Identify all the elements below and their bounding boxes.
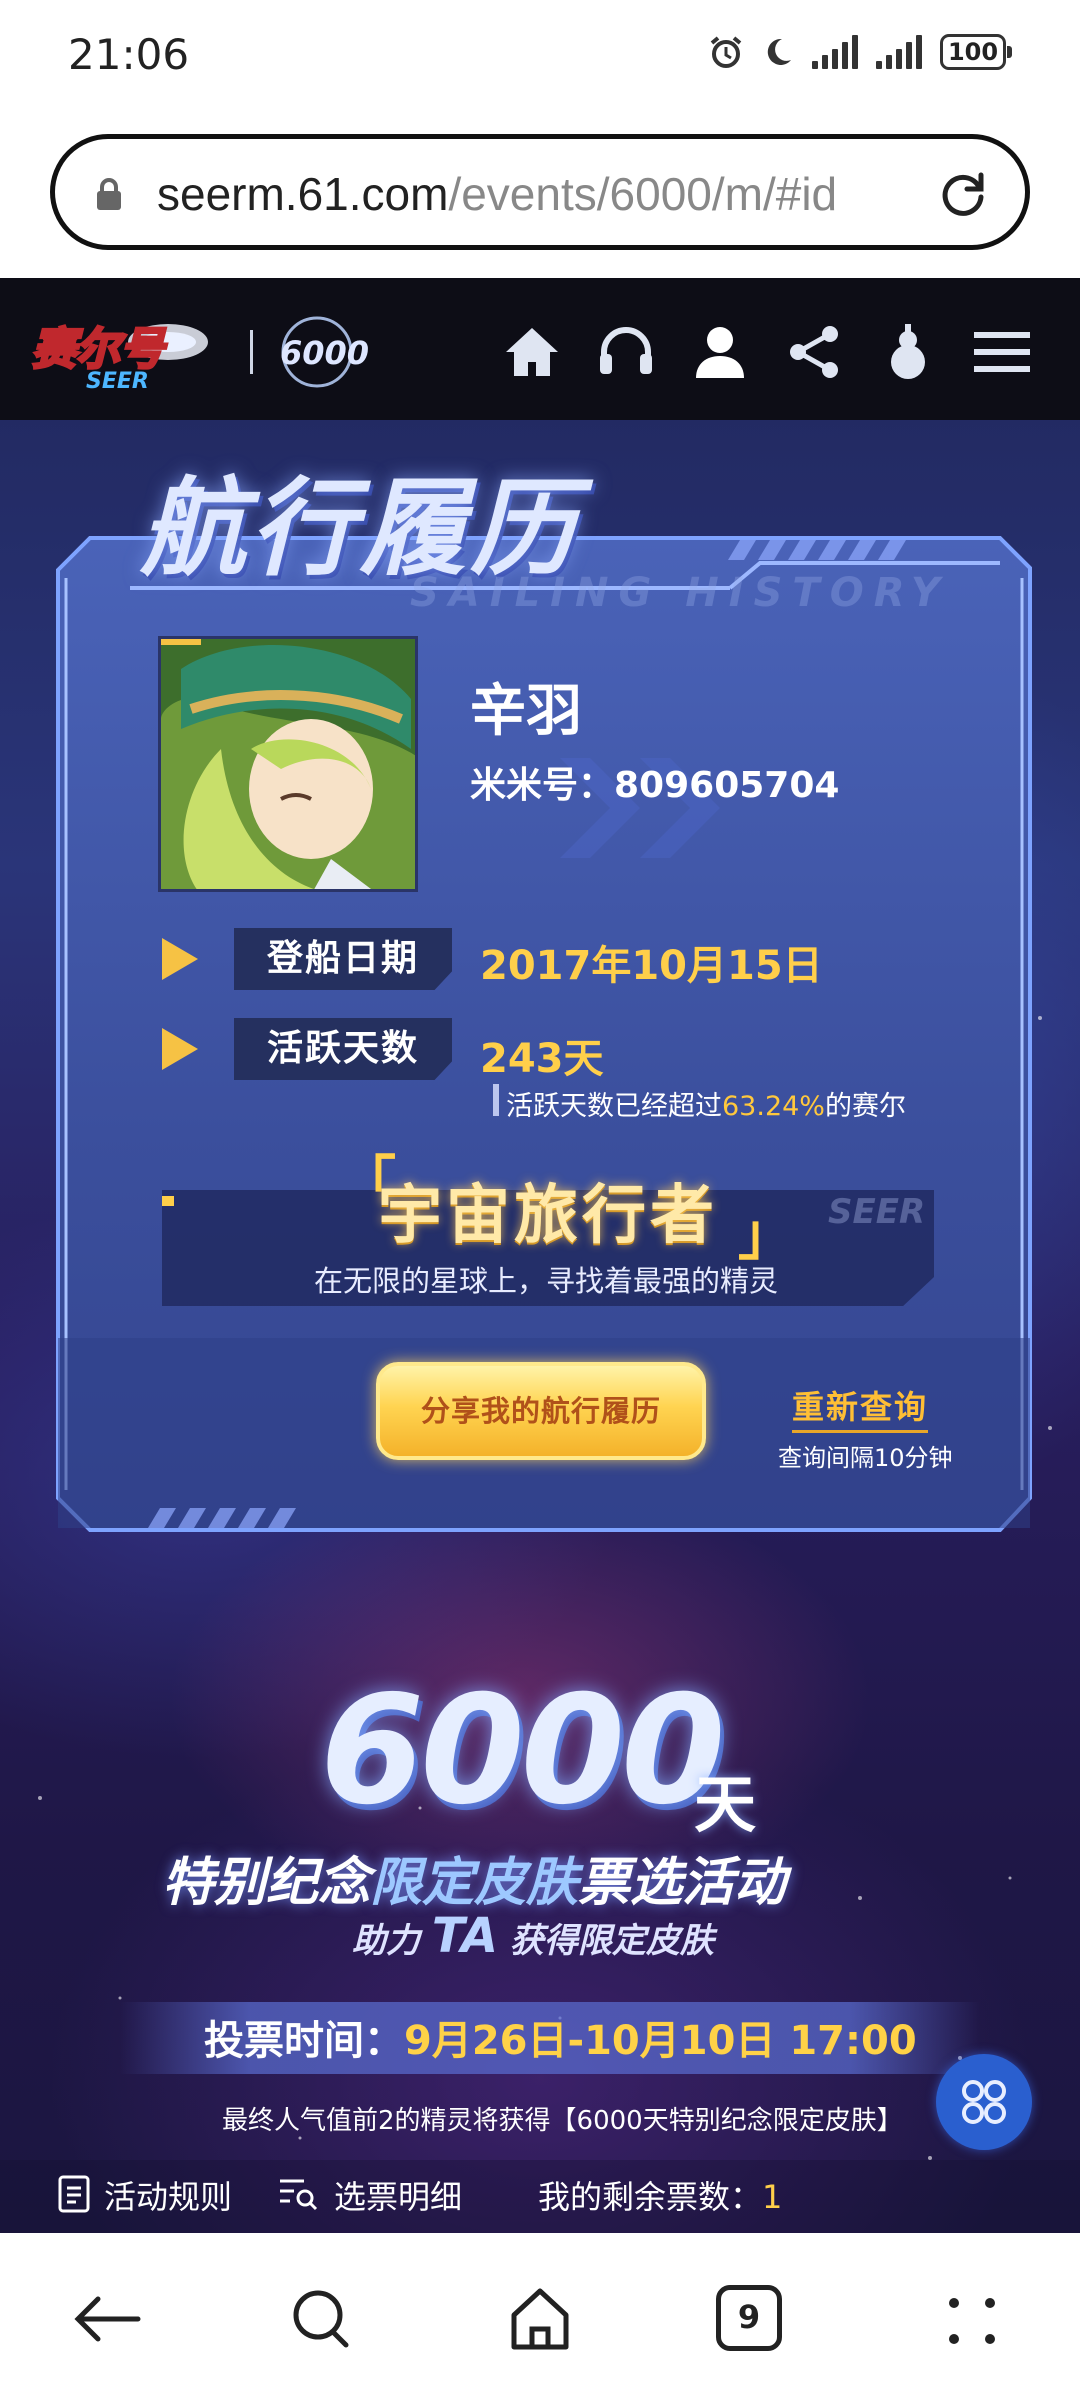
floating-menu-button[interactable] (936, 2054, 1032, 2150)
status-bar: 21:06 100 (0, 0, 1080, 112)
avatar-illustration (161, 639, 415, 889)
moon-icon (767, 38, 791, 65)
address-bar[interactable]: seerm.61.com/events/6000/m/#id (50, 134, 1030, 250)
alarm-icon (710, 36, 742, 68)
active-days-label: 活跃天数 (234, 1018, 452, 1080)
campaign-title-part3: 票选活动 (578, 1853, 787, 1913)
prize-note: 最终人气值前2的精灵将获得【6000天特别纪念限定皮肤】 (222, 2106, 903, 2136)
campaign-day-unit: 天 (694, 1768, 757, 1841)
note-percent: 63.24% (722, 1091, 825, 1122)
signal-icon (812, 35, 858, 69)
player-title-desc: 在无限的星球上，寻找着最强的精灵 (314, 1264, 779, 1298)
home-icon[interactable] (500, 2279, 580, 2359)
back-icon[interactable] (68, 2279, 148, 2359)
reload-icon[interactable] (935, 167, 991, 223)
requery-button[interactable]: 重新查询 (792, 1382, 929, 1433)
note-marker (493, 1084, 499, 1116)
avatar (158, 636, 418, 892)
campaign-sub-part2: 获得限定皮肤 (509, 1921, 714, 1961)
url-text[interactable]: seerm.61.com/events/6000/m/#id (157, 167, 837, 221)
user-name: 辛羽 (470, 679, 582, 744)
player-title: 宇宙旅行者 (378, 1179, 718, 1253)
active-days-note: 活跃天数已经超过63.24%的赛尔 (506, 1084, 906, 1123)
browser-nav-bar: 9 (0, 2233, 1080, 2403)
url-host: seerm.61.com (157, 168, 449, 220)
campaign-title-part2: 限定皮肤 (370, 1853, 579, 1913)
status-time: 21:06 (68, 30, 190, 79)
vote-detail-icon (280, 2179, 318, 2211)
campaign-title-part1: 特别纪念 (162, 1853, 371, 1913)
board-date-label: 登船日期 (234, 928, 452, 990)
status-icons: 100 (708, 34, 1012, 70)
campaign-sub-part1: 助力 (352, 1921, 420, 1961)
vote-detail-link[interactable]: 选票明细 (334, 2172, 462, 2218)
active-days-value: 243天 (480, 1036, 604, 1082)
title-marker (162, 1196, 174, 1206)
campaign-subtitle: 助力 TA 获得限定皮肤 (352, 1908, 714, 1964)
url-path: /events/6000/m/#id (448, 168, 838, 220)
board-date-value: 2017年10月15日 (480, 943, 823, 989)
user-id: 米米号：809605704 (470, 765, 840, 806)
search-icon[interactable] (282, 2279, 362, 2359)
battery-icon: 100 (940, 34, 1012, 70)
web-content: 赛尔号 SEER 6000 航行履历 SAILING HISTORY 辛羽 米米… (0, 278, 1080, 2233)
remaining-votes: 我的剩余票数：1 (538, 2172, 782, 2218)
campaign-title: 特别纪念限定皮肤票选活动 (162, 1840, 786, 1915)
requery-interval: 查询间隔10分钟 (778, 1444, 953, 1472)
grid-icon (962, 2080, 1006, 2124)
remaining-votes-value: 1 (762, 2178, 783, 2216)
vote-time-label: 投票时间： (204, 2018, 404, 2064)
lock-icon (97, 178, 121, 210)
note-suffix: 的赛尔 (824, 1091, 906, 1122)
signal-icon (876, 35, 922, 69)
arrow-icon (162, 938, 198, 980)
tabs-button[interactable]: 9 (716, 2285, 782, 2351)
rules-link[interactable]: 活动规则 (104, 2172, 232, 2218)
remaining-votes-label: 我的剩余票数： (538, 2178, 763, 2216)
arrow-icon (162, 1028, 198, 1070)
campaign-big-number: 6000 (320, 1664, 725, 1838)
share-history-button[interactable]: 分享我的航行履历 (376, 1362, 706, 1460)
card-subtitle-watermark: SAILING HISTORY (410, 570, 950, 616)
vote-time-value: 9月26日-10月10日 17:00 (404, 2018, 917, 2064)
rules-icon (58, 2175, 90, 2213)
seer-watermark: SEER (828, 1192, 926, 1232)
note-prefix: 活跃天数已经超过 (506, 1091, 722, 1122)
more-icon[interactable] (932, 2279, 1012, 2359)
campaign-sub-ta: TA (431, 1908, 499, 1964)
